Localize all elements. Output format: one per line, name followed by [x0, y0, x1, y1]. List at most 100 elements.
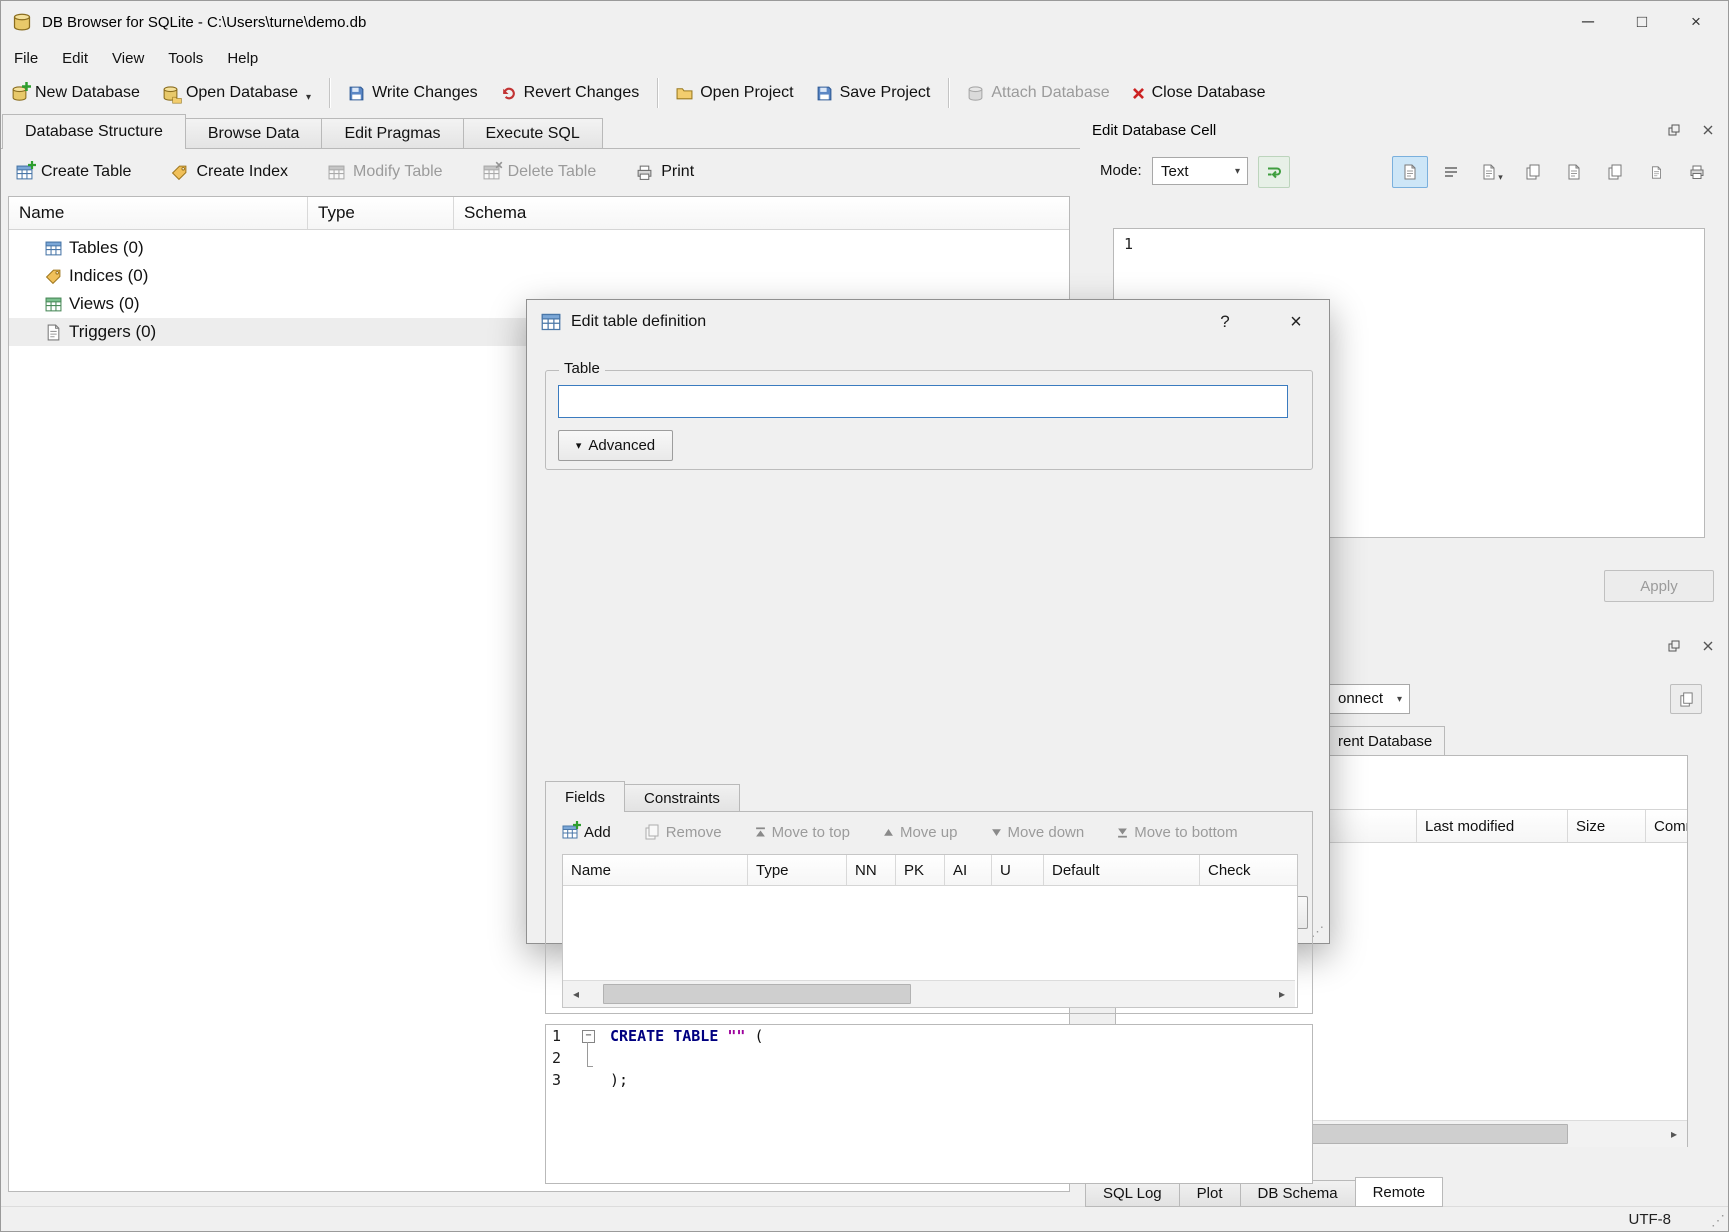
- menu-file[interactable]: File: [2, 46, 50, 70]
- tab-fields[interactable]: Fields: [545, 781, 625, 812]
- statusbar: UTF-8 ⋰: [0, 1206, 1729, 1232]
- minus-glyph: −: [585, 1031, 591, 1041]
- auto-mode-button[interactable]: [1258, 156, 1290, 188]
- tab-db-schema[interactable]: DB Schema: [1240, 1180, 1356, 1207]
- tree-row-tables[interactable]: Tables (0): [9, 234, 1069, 262]
- open-project-button[interactable]: Open Project: [665, 76, 804, 110]
- fold-collapse-icon[interactable]: −: [582, 1030, 595, 1043]
- menu-view[interactable]: View: [100, 46, 156, 70]
- edit-cell-icon-group: ▾: [1392, 156, 1715, 188]
- fields-horizontal-scrollbar[interactable]: ◂ ▸: [563, 980, 1295, 1007]
- remove-field-button: Remove: [644, 824, 722, 841]
- list-view-button[interactable]: [1433, 156, 1469, 188]
- dock-close-button[interactable]: [1697, 120, 1719, 140]
- close-button[interactable]: ×: [1669, 0, 1723, 44]
- dock-close-button[interactable]: [1697, 636, 1719, 656]
- create-index-label: Create Index: [196, 163, 288, 181]
- connect-caret-icon: ▾: [1397, 694, 1402, 705]
- dialog-help-button[interactable]: ?: [1204, 300, 1246, 344]
- open-project-label: Open Project: [700, 84, 793, 102]
- dialog-close-button[interactable]: ×: [1271, 300, 1321, 344]
- tab-remote[interactable]: Remote: [1355, 1177, 1444, 1207]
- tab-plot[interactable]: Plot: [1179, 1180, 1241, 1207]
- document-icon: [1402, 164, 1418, 180]
- move-up-button: Move up: [883, 824, 958, 841]
- menu-tools[interactable]: Tools: [156, 46, 215, 70]
- tab-edit-pragmas[interactable]: Edit Pragmas: [321, 118, 463, 149]
- export-button[interactable]: [1597, 156, 1633, 188]
- tab-constraints[interactable]: Constraints: [624, 784, 740, 812]
- open-database-button[interactable]: Open Database ▾: [151, 76, 322, 110]
- import-icon: [1566, 164, 1582, 180]
- remote-action-button[interactable]: [1670, 684, 1702, 714]
- text-view-button[interactable]: [1392, 156, 1428, 188]
- print-cell-button[interactable]: [1679, 156, 1715, 188]
- line-number: 2: [546, 1047, 576, 1069]
- table-name-input[interactable]: [558, 385, 1288, 418]
- resize-grip-icon[interactable]: ⋰: [1711, 1212, 1725, 1229]
- write-changes-button[interactable]: Write Changes: [337, 76, 489, 110]
- menu-help[interactable]: Help: [215, 46, 270, 70]
- open-database-dropdown-icon[interactable]: ▾: [306, 92, 311, 103]
- help-icon: ?: [1220, 312, 1229, 332]
- menu-edit[interactable]: Edit: [50, 46, 100, 70]
- scrollbar-thumb[interactable]: [603, 984, 911, 1004]
- column-header-name[interactable]: Name: [9, 197, 308, 229]
- close-database-button[interactable]: Close Database: [1121, 76, 1277, 110]
- sql-keyword: CREATE TABLE: [610, 1027, 718, 1045]
- advanced-button[interactable]: ▾ Advanced: [558, 430, 673, 461]
- scroll-right-button[interactable]: ▸: [1269, 981, 1295, 1007]
- copy-button[interactable]: [1515, 156, 1551, 188]
- column-header-schema[interactable]: Schema: [454, 197, 1069, 229]
- column-header-name[interactable]: Name: [563, 855, 748, 885]
- column-header-pk[interactable]: PK: [896, 855, 945, 885]
- column-header-size[interactable]: Size: [1568, 810, 1646, 842]
- maximize-button[interactable]: □: [1615, 0, 1669, 44]
- window-controls: ─ □ ×: [1561, 0, 1723, 44]
- scroll-right-button[interactable]: ▸: [1661, 1121, 1687, 1147]
- column-header-default[interactable]: Default: [1044, 855, 1200, 885]
- tab-label: Edit Pragmas: [344, 125, 440, 143]
- tab-sql-log[interactable]: SQL Log: [1085, 1180, 1180, 1207]
- column-label: PK: [904, 862, 924, 879]
- line-number: 1: [546, 1025, 576, 1047]
- move-to-bottom-icon: [1117, 827, 1128, 838]
- create-index-button[interactable]: Create Index: [171, 163, 288, 181]
- minimize-button[interactable]: ─: [1561, 0, 1615, 44]
- tab-label: Constraints: [644, 790, 720, 807]
- tab-label: DB Schema: [1258, 1185, 1338, 1202]
- advanced-label: Advanced: [588, 437, 655, 454]
- tab-label: Browse Data: [208, 125, 300, 143]
- tab-execute-sql[interactable]: Execute SQL: [463, 118, 603, 149]
- column-header-ai[interactable]: AI: [945, 855, 992, 885]
- new-database-button[interactable]: New Database: [0, 76, 151, 110]
- column-header-last-modified[interactable]: Last modified: [1417, 810, 1568, 842]
- print-button[interactable]: Print: [636, 163, 694, 181]
- column-header-u[interactable]: U: [992, 855, 1044, 885]
- import-button[interactable]: [1556, 156, 1592, 188]
- column-header-type[interactable]: Type: [308, 197, 454, 229]
- dock-float-button[interactable]: [1663, 636, 1685, 656]
- menubar: File Edit View Tools Help: [0, 44, 1729, 72]
- encoding-indicator[interactable]: UTF-8: [1629, 1211, 1672, 1228]
- mode-select[interactable]: Text ▾: [1152, 157, 1248, 185]
- dock-float-button[interactable]: [1663, 120, 1685, 140]
- tab-database-structure[interactable]: Database Structure: [2, 114, 186, 149]
- add-field-button[interactable]: Add: [562, 824, 611, 841]
- column-header-check[interactable]: Check: [1200, 855, 1297, 885]
- move-to-top-button: Move to top: [755, 824, 850, 841]
- tree-row-indices[interactable]: Indices (0): [9, 262, 1069, 290]
- dialog-titlebar[interactable]: Edit table definition ? ×: [527, 300, 1329, 344]
- clipboard-menu-button[interactable]: ▾: [1474, 156, 1510, 188]
- scroll-left-button[interactable]: ◂: [563, 981, 589, 1007]
- column-header-commit[interactable]: Comm: [1646, 810, 1687, 842]
- set-null-button[interactable]: [1638, 156, 1674, 188]
- save-project-button[interactable]: Save Project: [805, 76, 942, 110]
- column-header-type[interactable]: Type: [748, 855, 847, 885]
- modify-table-icon: [328, 164, 345, 181]
- create-table-button[interactable]: Create Table: [16, 163, 131, 181]
- revert-changes-button[interactable]: Revert Changes: [489, 76, 651, 110]
- column-header-nn[interactable]: NN: [847, 855, 896, 885]
- triggers-icon: [45, 324, 62, 341]
- tab-browse-data[interactable]: Browse Data: [185, 118, 323, 149]
